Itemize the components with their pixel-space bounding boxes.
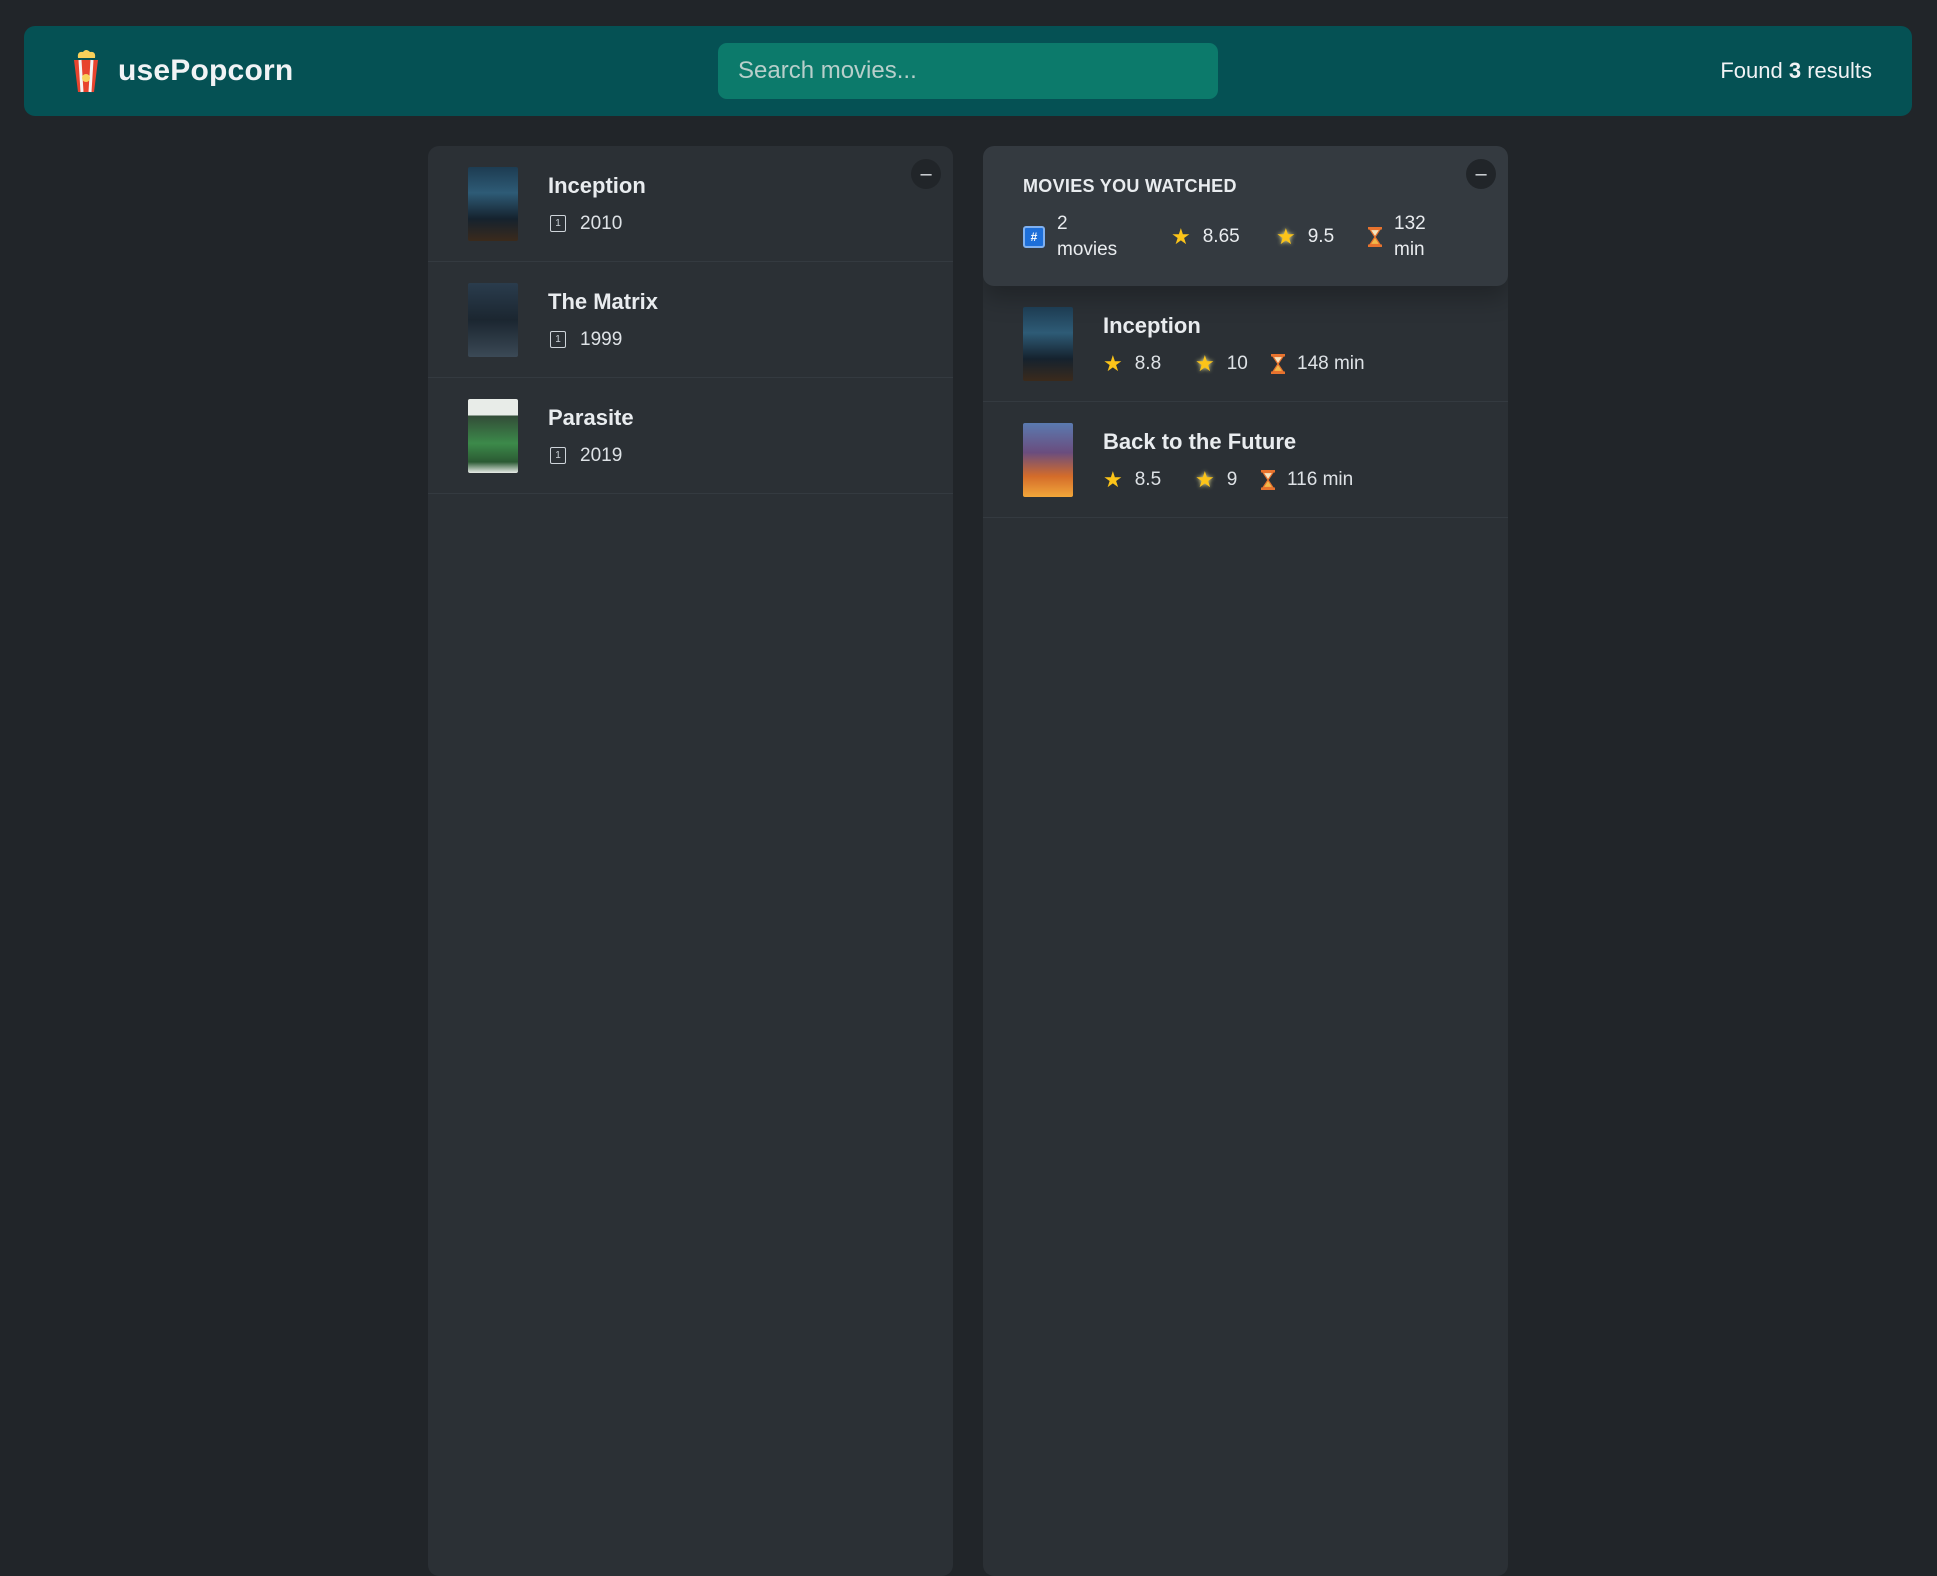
avg-runtime: 132 min — [1368, 211, 1426, 263]
imdb-rating: ★ 8.8 — [1103, 350, 1195, 376]
avg-runtime-value: 132 — [1394, 213, 1426, 234]
imdb-rating-value: 8.5 — [1134, 468, 1162, 490]
avg-user-value: 9.5 — [1307, 226, 1335, 247]
runtime-unit: min — [1394, 239, 1425, 260]
watched-box: – MOVIES YOU WATCHED # 2 movies ★ 8.65 ★ … — [983, 146, 1508, 1576]
avg-user-rating: ★ 9.5 — [1276, 226, 1368, 248]
movie-list-item[interactable]: Parasite 1 2019 — [428, 378, 953, 494]
hourglass-icon — [1271, 353, 1285, 374]
glowing-star-icon: ★ — [1195, 350, 1215, 376]
parasite-poster — [468, 398, 518, 473]
user-rating: ★ 9 — [1195, 466, 1261, 492]
movie-list-item[interactable]: Inception 1 2010 — [428, 146, 953, 262]
popcorn-icon — [74, 50, 98, 93]
user-rating: ★ 10 — [1195, 350, 1271, 376]
app-name: usePopcorn — [118, 54, 294, 87]
movie-title: The Matrix — [548, 288, 659, 314]
star-icon: ★ — [1103, 350, 1123, 376]
hash-icon: # — [1023, 226, 1045, 248]
glowing-star-icon: ★ — [1195, 466, 1215, 492]
logo: usePopcorn — [68, 48, 293, 94]
movie-title: Parasite — [548, 404, 634, 430]
inception-poster — [468, 166, 518, 241]
count-value: 2 — [1057, 213, 1068, 234]
glowing-star-icon: ★ — [1276, 224, 1296, 249]
hourglass-icon — [1261, 469, 1275, 490]
user-rating-value: 10 — [1226, 352, 1248, 374]
calendar-icon: 1 — [550, 331, 566, 348]
movie-year: 2010 — [580, 212, 623, 234]
summary-title: MOVIES YOU WATCHED — [1023, 176, 1237, 196]
calendar-icon: 1 — [550, 215, 566, 232]
watched-list-item[interactable]: Inception ★ 8.8 ★ 10 148 min — [983, 286, 1508, 402]
results-count: Found 3 results — [1720, 58, 1872, 84]
back-to-the-future-poster — [1023, 422, 1073, 497]
results-suffix: results — [1801, 58, 1872, 83]
star-icon: ★ — [1103, 466, 1123, 492]
runtime-value: 116 min — [1287, 468, 1354, 490]
watched-count: # 2 movies — [1023, 211, 1171, 263]
movie-year: 1999 — [580, 328, 623, 350]
movie-title: Back to the Future — [1103, 428, 1297, 454]
inception-poster — [1023, 306, 1073, 381]
movie-list-item[interactable]: The Matrix 1 1999 — [428, 262, 953, 378]
movie-title: Inception — [548, 172, 646, 198]
imdb-rating: ★ 8.5 — [1103, 466, 1195, 492]
results-prefix: Found — [1720, 58, 1789, 83]
watched-summary: MOVIES YOU WATCHED # 2 movies ★ 8.65 ★ 9.… — [983, 146, 1508, 286]
search-input[interactable] — [718, 43, 1218, 99]
avg-imdb-rating: ★ 8.65 — [1171, 226, 1276, 248]
star-icon: ★ — [1171, 224, 1191, 249]
navbar: usePopcorn Found 3 results — [24, 26, 1912, 116]
runtime: 116 min — [1261, 469, 1353, 491]
collapse-watched-button[interactable]: – — [1466, 159, 1496, 189]
matrix-poster — [468, 282, 518, 357]
collapse-results-button[interactable]: – — [911, 159, 941, 189]
movie-year: 2019 — [580, 444, 623, 466]
imdb-rating-value: 8.8 — [1134, 352, 1162, 374]
count-unit: movies — [1057, 239, 1118, 260]
user-rating-value: 9 — [1226, 468, 1238, 490]
movie-title: Inception — [1103, 312, 1201, 338]
watched-list-item[interactable]: Back to the Future ★ 8.5 ★ 9 116 min — [983, 402, 1508, 518]
hourglass-icon — [1368, 227, 1382, 247]
runtime: 148 min — [1271, 353, 1365, 375]
runtime-value: 148 min — [1297, 352, 1365, 374]
results-number: 3 — [1788, 58, 1802, 83]
search-results-box: – Inception 1 2010 The Matrix 1 1999 Paras… — [428, 146, 953, 1576]
avg-imdb-value: 8.65 — [1202, 226, 1240, 247]
calendar-icon: 1 — [550, 447, 566, 464]
